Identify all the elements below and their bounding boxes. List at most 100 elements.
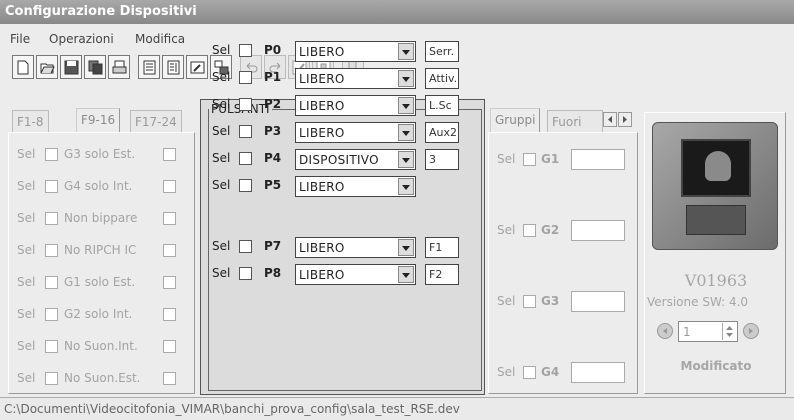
sel-checkbox[interactable]	[239, 152, 252, 165]
pulsante-combo[interactable]: LIBERO	[295, 264, 416, 285]
pulsante-key: P8	[264, 266, 282, 280]
copy-icon	[88, 60, 103, 75]
sel-checkbox[interactable]	[239, 44, 252, 57]
open-button[interactable]	[36, 55, 58, 79]
tab-scroll-right[interactable]	[618, 112, 632, 127]
next-button[interactable]	[743, 323, 759, 339]
sel-checkbox[interactable]	[45, 308, 58, 321]
sel-checkbox[interactable]	[239, 125, 252, 138]
tab-f9-16[interactable]: F9-16	[76, 108, 121, 133]
option-checkbox[interactable]	[163, 308, 176, 321]
option-checkbox[interactable]	[163, 372, 176, 385]
sel-checkbox[interactable]	[45, 244, 58, 257]
sel-checkbox[interactable]	[45, 340, 58, 353]
option-checkbox[interactable]	[163, 276, 176, 289]
option-label: G1 solo Est.	[64, 275, 136, 289]
sel-label: Sel	[17, 243, 36, 257]
pulsante-field[interactable]: Aux2	[425, 122, 459, 143]
sel-checkbox[interactable]	[45, 212, 58, 225]
sel-label: Sel	[17, 371, 36, 385]
spinner-arrows-icon	[726, 326, 733, 337]
sel-checkbox[interactable]	[239, 267, 252, 280]
sel-checkbox[interactable]	[239, 240, 252, 253]
pulsante-key: P4	[264, 151, 282, 165]
option-checkbox[interactable]	[163, 212, 176, 225]
chevron-down-icon[interactable]	[398, 178, 414, 195]
combo-value: LIBERO	[299, 72, 345, 86]
group-field[interactable]	[571, 220, 625, 241]
option-label: G2 solo Int.	[64, 307, 133, 321]
group-field[interactable]	[571, 149, 625, 170]
new-file-icon	[17, 60, 29, 75]
copy-button[interactable]	[84, 55, 106, 79]
group-field[interactable]	[571, 362, 625, 383]
prev-button[interactable]	[657, 323, 673, 339]
chevron-down-icon[interactable]	[398, 70, 414, 87]
pulsante-combo[interactable]: LIBERO	[295, 41, 416, 62]
option-checkbox[interactable]	[163, 244, 176, 257]
pulsante-field[interactable]: Attiv.	[425, 68, 459, 89]
option-checkbox[interactable]	[163, 180, 176, 193]
pulsante-combo[interactable]: LIBERO	[295, 237, 416, 258]
option-checkbox[interactable]	[163, 340, 176, 353]
sel-label: Sel	[212, 124, 231, 138]
group-label: G1	[541, 152, 560, 166]
menu-file[interactable]: File	[10, 32, 30, 46]
group-row: Sel G2	[489, 220, 637, 241]
tab-fuori[interactable]: Fuori	[547, 110, 603, 132]
sel-checkbox[interactable]	[45, 372, 58, 385]
group-row: Sel G3	[489, 291, 637, 312]
pulsante-combo[interactable]: LIBERO	[295, 68, 416, 89]
chevron-down-icon[interactable]	[398, 97, 414, 114]
sel-checkbox[interactable]	[239, 98, 252, 111]
tab-scroll-left[interactable]	[603, 112, 617, 127]
sel-checkbox[interactable]	[239, 179, 252, 192]
group-checkbox[interactable]	[523, 366, 536, 379]
pulsante-field[interactable]: L.Sc	[425, 95, 459, 116]
chevron-down-icon[interactable]	[398, 151, 414, 168]
group-checkbox[interactable]	[523, 153, 536, 166]
pulsante-field[interactable]: 3	[425, 149, 459, 170]
sel-checkbox[interactable]	[45, 148, 58, 161]
group-field[interactable]	[571, 291, 625, 312]
group-row: Sel G4	[489, 362, 637, 383]
chevron-down-icon[interactable]	[398, 124, 414, 141]
pulsante-combo[interactable]: LIBERO	[295, 122, 416, 143]
list-edit-button[interactable]	[162, 55, 184, 79]
spinner-arrows[interactable]	[722, 323, 736, 340]
sel-label: Sel	[212, 178, 231, 192]
pulsante-combo[interactable]: LIBERO	[295, 176, 416, 197]
pulsante-field[interactable]: Serr.	[425, 41, 459, 62]
save-button[interactable]	[60, 55, 82, 79]
sel-checkbox[interactable]	[239, 71, 252, 84]
tab-f1-8[interactable]: F1-8	[12, 110, 49, 132]
device-spinner[interactable]: 1	[678, 321, 738, 342]
sel-label: Sel	[212, 43, 231, 57]
pulsante-row: Sel P2 LIBERO L.Sc	[201, 95, 485, 116]
tab-f17-24[interactable]: F17-24	[130, 110, 182, 132]
menu-modifica[interactable]: Modifica	[135, 32, 185, 46]
pulsante-combo[interactable]: LIBERO	[295, 95, 416, 116]
option-row: Sel No RIPCH IC	[9, 241, 194, 261]
chevron-down-icon[interactable]	[398, 239, 414, 256]
group-checkbox[interactable]	[523, 295, 536, 308]
option-checkbox[interactable]	[163, 148, 176, 161]
menu-operazioni[interactable]: Operazioni	[49, 32, 114, 46]
chevron-down-icon[interactable]	[398, 266, 414, 283]
print-button[interactable]	[108, 55, 130, 79]
sel-checkbox[interactable]	[45, 180, 58, 193]
combo-value: LIBERO	[299, 126, 345, 140]
group-checkbox[interactable]	[523, 224, 536, 237]
pulsante-combo[interactable]: DISPOSITIVO	[295, 149, 416, 170]
list-button[interactable]	[138, 55, 160, 79]
combo-value: DISPOSITIVO	[299, 153, 379, 167]
f-tabs: F1-8 F9-16 F17-24	[8, 108, 198, 133]
sel-checkbox[interactable]	[45, 276, 58, 289]
option-row: Sel G4 solo Int.	[9, 177, 194, 197]
new-file-button[interactable]	[12, 55, 34, 79]
tab-gruppi[interactable]: Gruppi	[490, 108, 541, 133]
chevron-down-icon[interactable]	[398, 43, 414, 60]
pulsante-field[interactable]: F2	[425, 264, 459, 285]
pulsante-field[interactable]: F1	[425, 237, 459, 258]
option-label: Non bippare	[64, 211, 138, 225]
